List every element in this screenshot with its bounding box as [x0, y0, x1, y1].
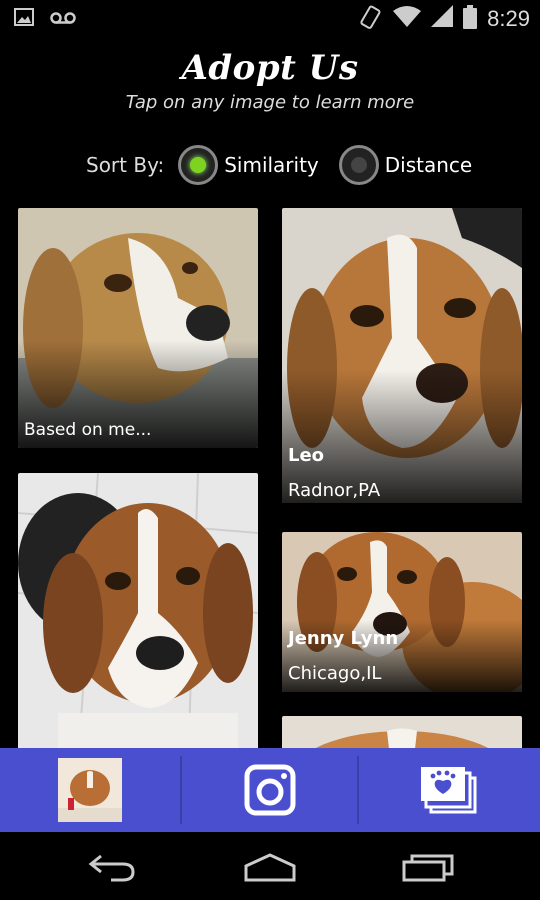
radio-dot-unselected — [350, 157, 367, 173]
status-bar: 8:29 — [0, 0, 540, 36]
dog-card[interactable] — [282, 716, 522, 750]
home-button[interactable] — [240, 850, 300, 884]
back-icon — [88, 854, 135, 882]
bottom-action-bar — [0, 748, 540, 832]
sort-controls: Sort By: Similarity Distance — [86, 140, 492, 190]
sort-similarity-radio[interactable]: Similarity — [178, 145, 319, 185]
dog-grid: Based on me... Leo Radnor,PA Jenny Lynn … — [0, 200, 540, 750]
profile-thumbnail-button[interactable] — [0, 748, 180, 832]
home-icon — [244, 853, 296, 882]
dog-photo — [282, 716, 522, 750]
sort-option-label: Similarity — [224, 153, 319, 177]
gallery-icon — [420, 767, 476, 814]
dog-photo — [18, 473, 258, 750]
image-icon — [14, 8, 34, 30]
sort-option-label: Distance — [384, 153, 473, 177]
profile-thumbnail — [58, 758, 122, 822]
battery-icon — [463, 5, 478, 33]
page-title: Adopt Us — [181, 48, 359, 88]
dog-card[interactable]: Based on me... — [18, 208, 258, 448]
system-nav-bar — [0, 832, 540, 900]
dog-card[interactable] — [18, 473, 258, 750]
radio-dot-selected — [190, 157, 207, 173]
radio-ring — [178, 145, 219, 185]
signal-icon — [431, 5, 454, 33]
recents-button[interactable] — [398, 850, 458, 884]
dog-card[interactable]: Jenny Lynn Chicago,IL — [282, 532, 522, 692]
dog-name: Jenny Lynn — [288, 628, 399, 649]
page-subtitle: Tap on any image to learn more — [125, 92, 415, 113]
sort-distance-radio[interactable]: Distance — [338, 145, 473, 185]
camera-icon — [244, 764, 296, 816]
dog-location: Radnor,PA — [288, 480, 381, 501]
card-caption: Based on me... — [24, 420, 152, 440]
back-button[interactable] — [82, 850, 142, 884]
gallery-button[interactable] — [359, 748, 540, 832]
clock: 8:29 — [487, 6, 530, 31]
recents-icon — [402, 854, 454, 882]
dog-name: Leo — [288, 445, 325, 466]
camera-button[interactable] — [182, 748, 358, 832]
dog-location: Chicago,IL — [288, 663, 382, 684]
sort-label: Sort By: — [86, 153, 165, 177]
radio-ring — [338, 145, 379, 185]
voicemail-icon — [50, 10, 76, 29]
dog-card[interactable]: Leo Radnor,PA — [282, 208, 522, 503]
wifi-icon — [393, 5, 422, 33]
vibrate-icon — [357, 4, 383, 34]
